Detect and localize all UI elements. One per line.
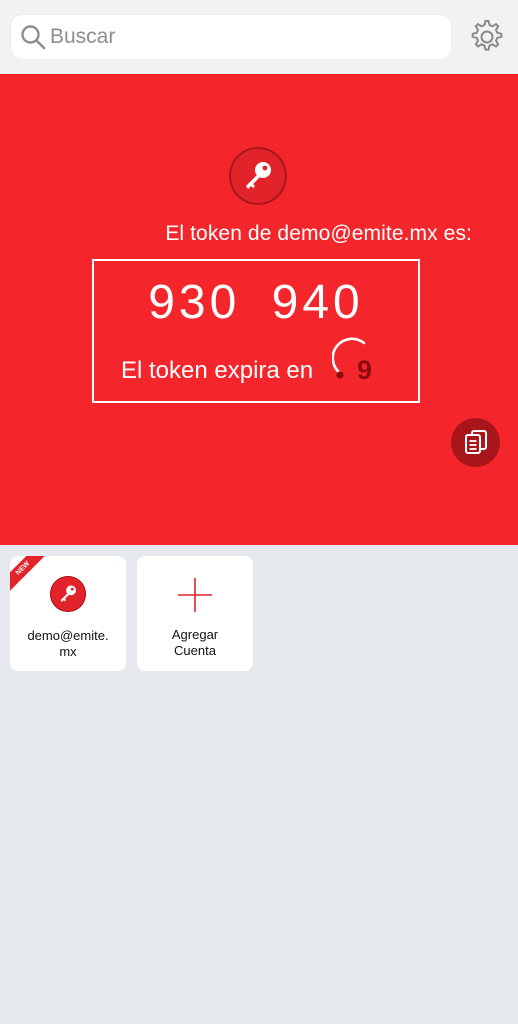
- key-icon: [60, 585, 76, 602]
- account-label-line1: demo@emite.: [27, 628, 109, 643]
- search-input[interactable]: [50, 14, 440, 60]
- copy-icon: [465, 430, 487, 454]
- account-key-badge: [50, 576, 86, 612]
- account-key-badge: [229, 147, 287, 205]
- plus-icon: [178, 578, 212, 612]
- token-panel: El token de demo@emite.mx es: 930 940 El…: [0, 74, 518, 545]
- timer-seconds: 9: [357, 355, 373, 385]
- token-title: El token de demo@emite.mx es:: [165, 222, 472, 245]
- account-card[interactable]: NEW demo@emite. mx: [10, 556, 126, 671]
- top-bar: [0, 0, 518, 74]
- search-icon: [21, 25, 46, 50]
- new-badge: NEW: [10, 556, 53, 598]
- token-code: 930 940: [148, 276, 364, 329]
- add-label-line1: Agregar: [171, 627, 219, 642]
- key-icon: [246, 162, 271, 189]
- add-account-label: Agregar Cuenta: [141, 627, 249, 659]
- copy-token-button[interactable]: [451, 418, 500, 467]
- account-label-line2: mx: [59, 644, 77, 659]
- gear-icon[interactable]: [468, 18, 506, 56]
- token-box: 930 940 El token expira en 9: [92, 259, 420, 403]
- search-bar[interactable]: [10, 14, 452, 60]
- add-label-line2: Cuenta: [174, 643, 216, 658]
- account-card-label: demo@emite. mx: [14, 628, 122, 660]
- add-account-card[interactable]: Agregar Cuenta: [137, 556, 253, 671]
- token-expires-label: El token expira en: [121, 357, 314, 384]
